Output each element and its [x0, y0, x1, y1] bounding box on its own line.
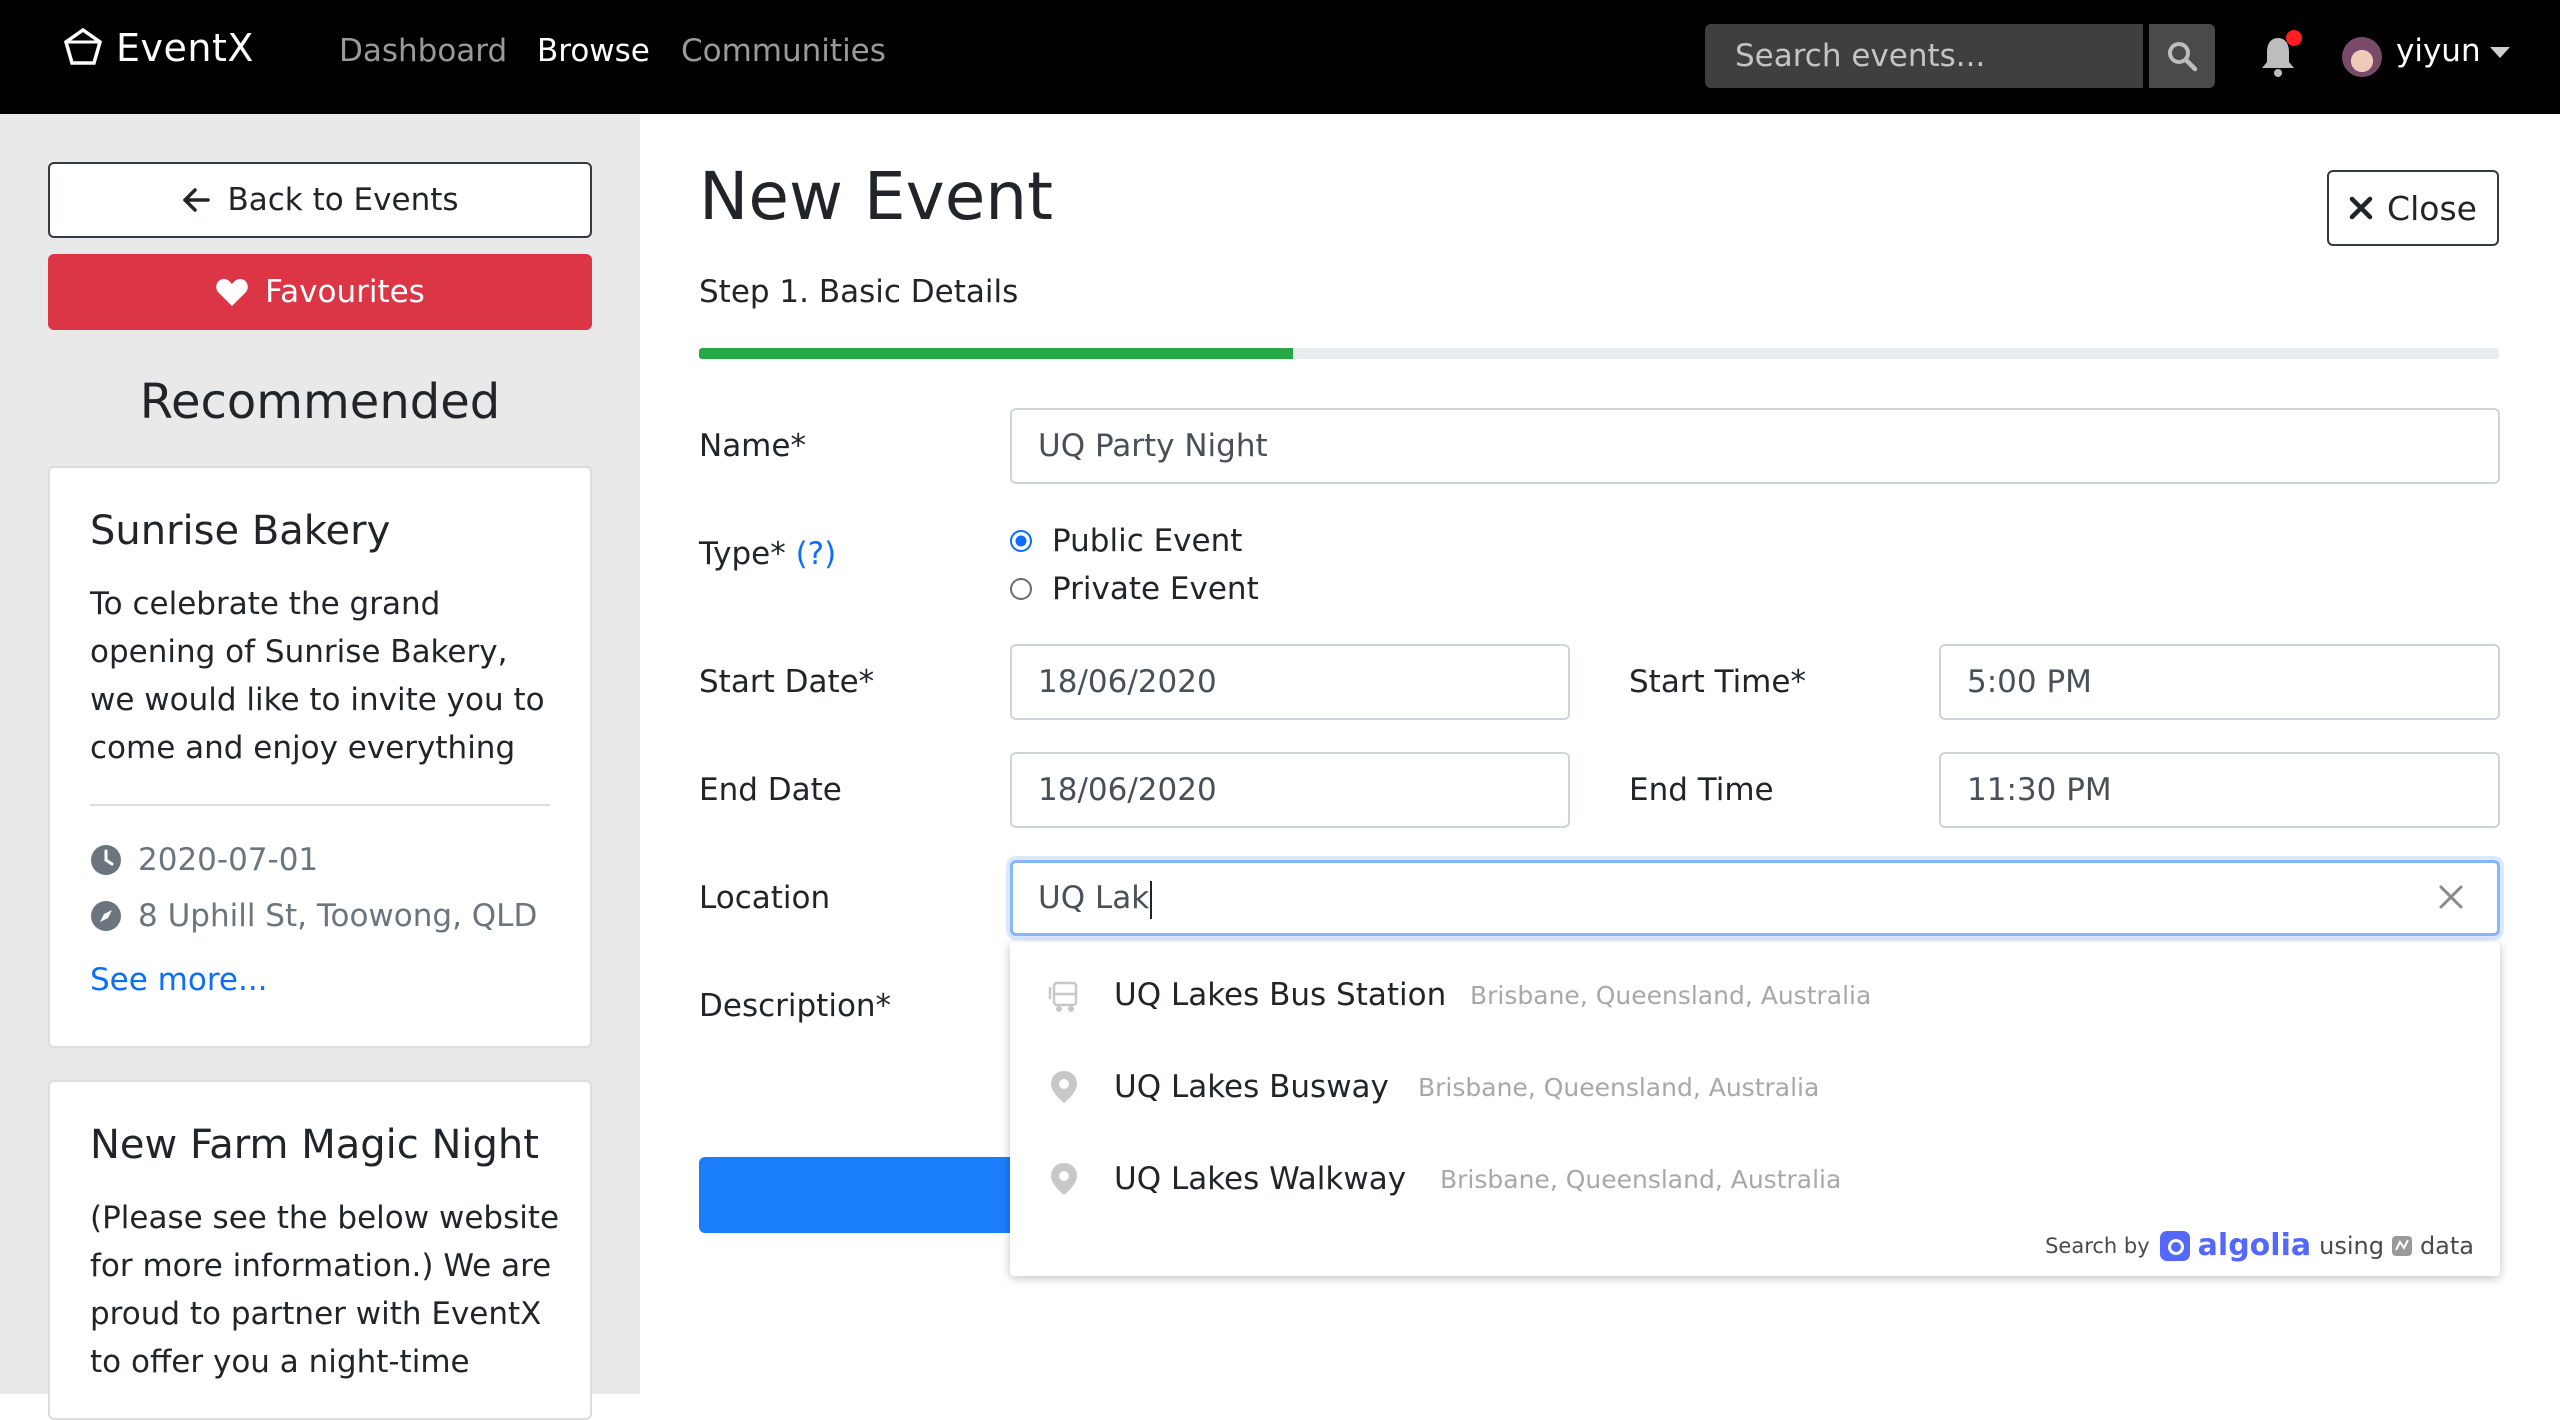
algolia-footer[interactable]: Search by algolia using data — [2045, 1228, 2474, 1263]
compass-icon — [91, 901, 121, 931]
back-to-events-button[interactable]: Back to Events — [48, 162, 592, 238]
suggestion-name: UQ Lakes Walkway — [1114, 1161, 1407, 1197]
footer-using: using — [2319, 1231, 2384, 1260]
divider — [90, 804, 550, 806]
navbar: EventX Dashboard Browse Communities Sear… — [0, 0, 2560, 114]
close-button[interactable]: Close — [2327, 170, 2499, 246]
step-label: Step 1. Basic Details — [699, 274, 1019, 310]
back-to-events-label: Back to Events — [227, 182, 459, 218]
map-pin-icon — [1051, 1163, 1077, 1195]
clock-icon — [91, 845, 121, 875]
suggestion-detail: Brisbane, Queensland, Australia — [1440, 1164, 1842, 1194]
event-card[interactable]: New Farm Magic Night (Please see the bel… — [48, 1080, 592, 1420]
event-date-row: 2020-07-01 — [90, 842, 318, 878]
name-label: Name* — [699, 428, 806, 464]
nav-dashboard[interactable]: Dashboard — [339, 33, 507, 69]
end-date-label: End Date — [699, 772, 842, 808]
search-icon — [2168, 42, 2198, 72]
favourites-button[interactable]: Favourites — [48, 254, 592, 330]
username[interactable]: yiyun — [2396, 33, 2481, 69]
suggestion-name: UQ Lakes Busway — [1114, 1069, 1389, 1105]
brand[interactable]: EventX — [62, 26, 254, 70]
event-location-row: 8 Uphill St, Toowong, QLD — [90, 898, 537, 934]
heart-icon — [216, 279, 248, 306]
favourites-label: Favourites — [265, 274, 425, 310]
end-time-input[interactable]: 11:30 PM — [1939, 752, 2500, 828]
radio-public-event[interactable]: Public Event — [1010, 523, 1242, 559]
brand-name: EventX — [116, 26, 254, 70]
radio-public-event-control[interactable] — [1010, 530, 1032, 552]
description-label: Description* — [699, 988, 892, 1024]
bus-icon — [1048, 981, 1078, 1012]
event-location: 8 Uphill St, Toowong, QLD — [138, 898, 538, 934]
notification-dot — [2286, 30, 2302, 46]
end-date-input[interactable]: 18/06/2020 — [1010, 752, 1570, 828]
suggestion-item[interactable]: UQ Lakes Busway Brisbane, Queensland, Au… — [1010, 1042, 2500, 1132]
start-time-label: Start Time* — [1629, 664, 1806, 700]
type-label: Type* (?) — [699, 536, 836, 572]
event-card-text: To celebrate the grand opening of Sunris… — [90, 586, 545, 766]
progress-fill — [699, 348, 1293, 359]
chevron-down-icon[interactable] — [2490, 47, 2510, 58]
brand-logo-icon — [63, 27, 103, 65]
clear-icon[interactable] — [2436, 882, 2466, 912]
location-label: Location — [699, 880, 831, 916]
radio-private-event-control[interactable] — [1010, 578, 1032, 600]
start-date-label: Start Date* — [699, 664, 875, 700]
suggestion-detail: Brisbane, Queensland, Australia — [1418, 1072, 1820, 1102]
progress-bar — [699, 348, 2499, 359]
type-label-text: Type* — [699, 536, 786, 572]
openstreetmap-icon — [2391, 1235, 2412, 1256]
radio-private-event[interactable]: Private Event — [1010, 571, 1259, 607]
nav-communities[interactable]: Communities — [681, 33, 886, 69]
type-help-link[interactable]: (?) — [796, 536, 837, 572]
text-caret — [1150, 880, 1153, 919]
algolia-logo: algolia — [2159, 1228, 2312, 1263]
event-date: 2020-07-01 — [138, 842, 319, 878]
event-card[interactable]: Sunrise Bakery To celebrate the grand op… — [48, 466, 592, 1048]
search-button[interactable] — [2149, 24, 2215, 88]
nav-browse[interactable]: Browse — [537, 33, 650, 69]
event-card-title: Sunrise Bakery — [90, 508, 391, 554]
algolia-icon — [2159, 1230, 2190, 1261]
close-label: Close — [2387, 188, 2477, 228]
search-input[interactable]: Search events... — [1705, 24, 2143, 88]
arrow-left-icon — [183, 188, 211, 212]
radio-public-event-label: Public Event — [1052, 523, 1243, 559]
start-date-input[interactable]: 18/06/2020 — [1010, 644, 1570, 720]
page-title: New Event — [699, 158, 1054, 235]
footer-data: data — [2419, 1231, 2474, 1260]
see-more-link[interactable]: See more... — [90, 962, 268, 998]
map-pin-icon — [1051, 1071, 1077, 1103]
location-input[interactable]: UQ Lak — [1010, 860, 2500, 936]
location-suggestions: UQ Lakes Bus Station Brisbane, Queenslan… — [1010, 942, 2500, 1276]
location-input-value: UQ Lak — [1038, 880, 1150, 916]
avatar[interactable] — [2342, 37, 2382, 77]
algolia-brand: algolia — [2197, 1228, 2312, 1263]
end-time-label: End Time — [1629, 772, 1774, 808]
recommended-heading: Recommended — [139, 374, 501, 430]
event-card-title: New Farm Magic Night — [90, 1122, 539, 1168]
suggestion-item[interactable]: UQ Lakes Bus Station Brisbane, Queenslan… — [1010, 950, 2500, 1040]
next-button[interactable] — [699, 1157, 1019, 1233]
footer-search-by: Search by — [2045, 1233, 2150, 1258]
event-card-text: (Please see the below website for more i… — [90, 1200, 560, 1380]
radio-private-event-label: Private Event — [1052, 571, 1259, 607]
close-icon — [2349, 196, 2373, 220]
name-input[interactable]: UQ Party Night — [1010, 408, 2500, 484]
suggestion-name: UQ Lakes Bus Station — [1114, 977, 1447, 1013]
suggestion-detail: Brisbane, Queensland, Australia — [1470, 980, 1872, 1010]
start-time-input[interactable]: 5:00 PM — [1939, 644, 2500, 720]
suggestion-item[interactable]: UQ Lakes Walkway Brisbane, Queensland, A… — [1010, 1134, 2500, 1224]
